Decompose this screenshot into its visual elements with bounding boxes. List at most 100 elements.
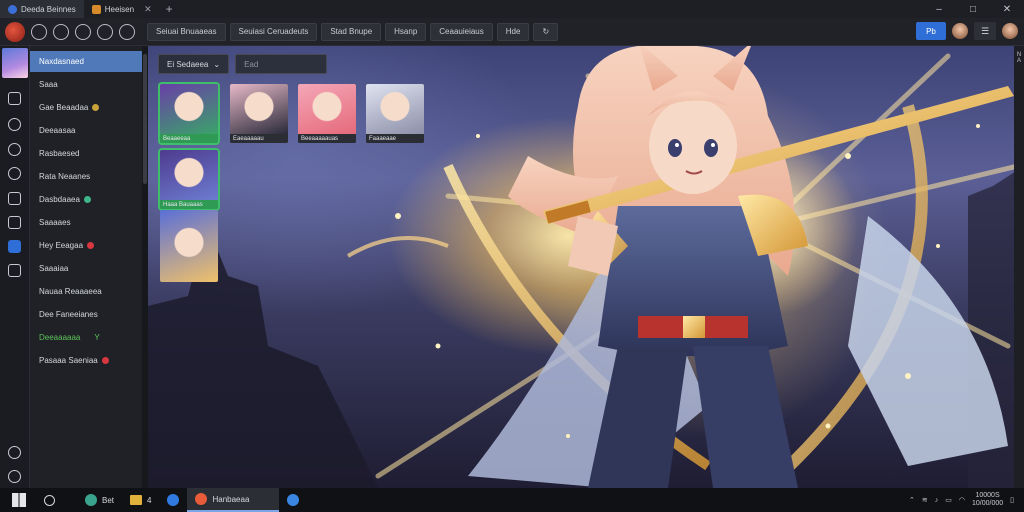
bookmark-icon[interactable] — [97, 23, 113, 40]
new-tab-button[interactable]: + — [160, 2, 179, 16]
status-badge — [92, 104, 100, 111]
sort-dropdown-label: Ei Sedaeea — [167, 59, 209, 69]
settings-icon[interactable] — [119, 23, 135, 40]
sidebar-item-label: Deeaaaaaa — [39, 333, 81, 342]
thumbnail-image — [160, 210, 218, 282]
app-icon — [91, 4, 101, 14]
active-tool-icon[interactable] — [8, 240, 21, 253]
user-avatar[interactable] — [952, 23, 968, 39]
sidebar-item-label: Dee Faneeianes — [39, 310, 98, 319]
sidebar-item[interactable]: Pasaaa Saeniaa — [30, 350, 142, 371]
profile-avatar[interactable] — [2, 48, 28, 78]
inbox-icon[interactable] — [8, 216, 21, 229]
toolbar-pill-5[interactable]: Ceaauieiaus — [430, 22, 493, 41]
sidebar-item-label: Saaaaes — [39, 218, 71, 227]
sidebar-item[interactable]: Rata Neaanes — [30, 166, 142, 187]
globe-icon[interactable] — [8, 167, 21, 180]
taskbar-app-5[interactable] — [279, 488, 307, 512]
sidebar-item-label: Hey Eeagaa — [39, 241, 84, 250]
history-icon[interactable] — [75, 23, 91, 40]
taskbar-app-2[interactable]: 4 — [122, 488, 159, 512]
clock-time: 10000S — [975, 492, 1000, 499]
thumbnail-card[interactable]: Beaaeeaa — [158, 82, 220, 145]
minimize-button[interactable]: – — [922, 0, 956, 18]
taskbar-app-4-label: Hanbaeaa — [212, 494, 250, 504]
search-icon[interactable] — [44, 494, 55, 506]
chevron-up-icon[interactable]: ⌃ — [909, 496, 915, 504]
browser-icon — [8, 4, 17, 14]
app-toolbar: Seiuai Bnuaaeas Seuiasi Ceruadeuts Stad … — [0, 18, 1024, 46]
sidebar-item-label: Rata Neaanes — [39, 172, 91, 181]
sidebar-item[interactable]: Deeaasaa — [30, 120, 142, 141]
taskbar-app-3[interactable] — [159, 488, 187, 512]
home-icon[interactable] — [53, 23, 69, 40]
folder-icon[interactable] — [8, 264, 21, 277]
maximize-button[interactable]: □ — [956, 0, 990, 18]
sidebar-item[interactable]: Deeaaaaaa Y — [30, 327, 142, 348]
network-icon[interactable]: ≋ — [922, 496, 928, 504]
primary-button[interactable]: Pb — [916, 22, 946, 40]
sidebar-item[interactable]: Gae Beaadaa — [30, 97, 142, 118]
taskbar-app-4[interactable]: Hanbaeaa — [187, 488, 280, 512]
toolbar-pill-4[interactable]: Hsanp — [385, 22, 427, 41]
power-icon[interactable] — [8, 470, 21, 483]
thumbnail-card[interactable]: Faaaeaae — [366, 84, 424, 143]
wifi-icon[interactable]: ◠ — [959, 496, 965, 504]
system-clock[interactable]: 10000S 10/00/000 — [972, 492, 1003, 508]
thumbnail-image — [160, 150, 218, 200]
window-tab-1[interactable]: Deeda Beinnes — [0, 0, 84, 18]
sidebar-item-label: Dasbdaaea — [39, 195, 80, 204]
thumbnail-card[interactable]: Haaa Bauaaas — [158, 148, 220, 211]
window-tab-1-label: Deeda Beinnes — [21, 4, 76, 14]
compass-icon[interactable] — [8, 118, 21, 131]
sidebar-item[interactable]: Hey Eeagaa — [30, 235, 142, 256]
sidebar-item[interactable]: Dasbdaaea — [30, 189, 142, 210]
main-scrollbar[interactable]: N A — [1014, 46, 1024, 488]
battery-icon[interactable]: ▭ — [945, 496, 952, 504]
sidebar-item-label: Saaa — [39, 80, 58, 89]
sidebar-nav: Naxdasnaed Saaa Gae Beaadaa Deeaasaa Rasbaes… — [30, 46, 142, 488]
toolbar-pill-1[interactable]: Seiuai Bnuaaeas — [147, 22, 226, 41]
gear-icon[interactable] — [8, 446, 21, 459]
thumbnail-card[interactable] — [160, 210, 218, 282]
sort-dropdown[interactable]: Ei Sedaeea ⌄ — [158, 54, 230, 74]
sidebar-item-label: Pasaaa Saeniaa — [39, 356, 98, 365]
thumbnail-label: Beeaaaaauas — [298, 134, 356, 143]
search-input[interactable]: Ead — [235, 54, 328, 74]
library-icon[interactable] — [8, 92, 21, 105]
close-tab-icon[interactable]: ✕ — [144, 4, 152, 15]
toolbar-pill-3[interactable]: Stad Bnupe — [321, 22, 382, 41]
thumbnail-card[interactable]: Eaeaaaaau — [230, 84, 288, 143]
taskbar-app-2-label: 4 — [147, 495, 152, 505]
icon-rail — [0, 46, 30, 488]
sidebar-item-label: Rasbaesed — [39, 149, 80, 158]
system-tray: ⌃ ≋ ♪ ▭ ◠ 10000S 10/00/000 ▯ — [909, 488, 1014, 512]
sidebar-item[interactable]: Naxdasnaed — [30, 51, 142, 72]
os-taskbar: Bet 4 Hanbaeaa ⌃ ≋ ♪ ▭ ◠ 10000S 10/00/00… — [0, 488, 1024, 512]
toolbar-pill-6[interactable]: Hde — [496, 22, 530, 41]
close-window-button[interactable]: ✕ — [990, 0, 1024, 18]
taskbar-app-1[interactable]: Bet — [77, 488, 122, 512]
refresh-button[interactable]: ↻ — [533, 22, 559, 41]
sidebar-item[interactable]: Rasbaesed — [30, 143, 142, 164]
search-icon[interactable] — [8, 143, 21, 156]
toolbar-pill-2[interactable]: Seuiasi Ceruadeuts — [229, 22, 318, 41]
menu-icon[interactable]: ☰ — [974, 22, 996, 40]
window-tab-2[interactable]: Heeisen ✕ — [84, 0, 160, 18]
thumbnail-card[interactable]: Beeaaaaauas — [298, 84, 356, 143]
back-icon[interactable] — [31, 23, 47, 40]
sidebar-item[interactable]: Dee Faneeianes — [30, 304, 142, 325]
sidebar-item[interactable]: Saaa — [30, 74, 142, 95]
profile-icon[interactable] — [1002, 23, 1018, 39]
sidebar-item[interactable]: Saaaaes — [30, 212, 142, 233]
folder-icon — [130, 495, 143, 505]
notification-icon[interactable]: ▯ — [1010, 496, 1014, 504]
chat-icon[interactable] — [8, 192, 21, 205]
sidebar-item[interactable]: Nauaa Reaaaeea — [30, 281, 142, 302]
sidebar-item[interactable]: Saaaiaa — [30, 258, 142, 279]
start-icon[interactable] — [12, 493, 26, 507]
app-logo-icon[interactable] — [5, 21, 25, 42]
app-root: Deeda Beinnes Heeisen ✕ + – □ ✕ Seiuai B… — [0, 0, 1024, 512]
volume-icon[interactable]: ♪ — [935, 497, 939, 504]
sidebar-scroll-thumb[interactable] — [143, 54, 147, 184]
